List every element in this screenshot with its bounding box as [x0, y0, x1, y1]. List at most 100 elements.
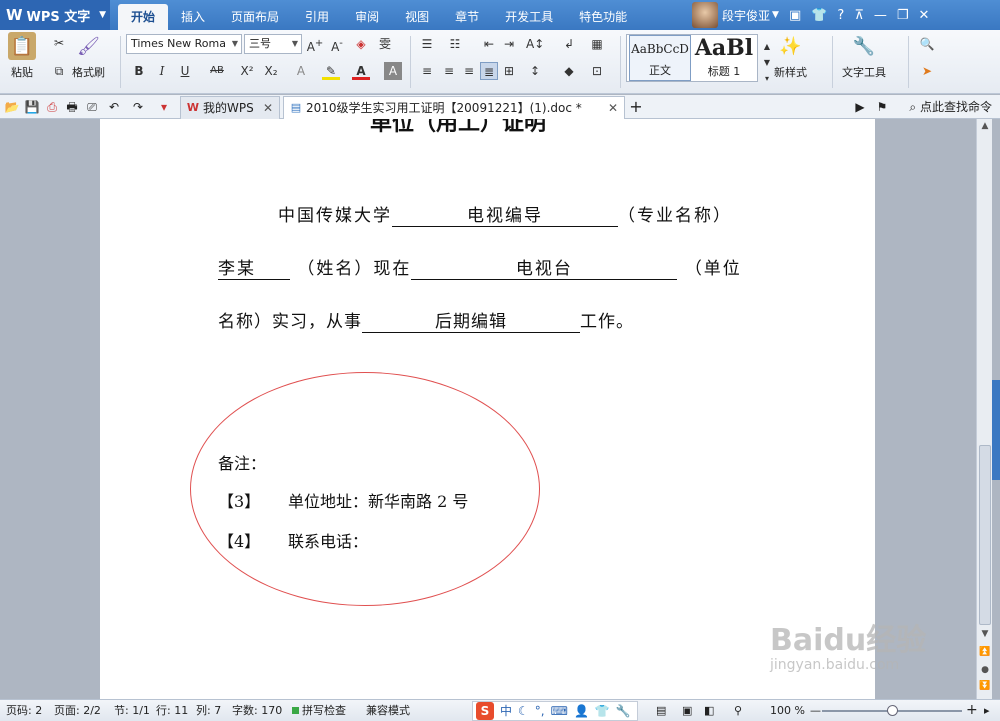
- line-spacing-icon[interactable]: ↕: [526, 62, 544, 80]
- app-menu-button[interactable]: W WPS 文字 ▼: [0, 0, 110, 30]
- close-icon[interactable]: ✕: [919, 8, 930, 23]
- status-page-code[interactable]: 页码: 2: [6, 700, 42, 721]
- style-heading1[interactable]: AaBl 标题 1: [693, 35, 755, 81]
- zoom-knob[interactable]: [887, 705, 898, 716]
- scroll-up-icon[interactable]: ▲: [977, 121, 993, 131]
- underline-icon[interactable]: U: [176, 62, 194, 80]
- ime-moon-icon[interactable]: ☾: [518, 701, 529, 721]
- decrease-indent-icon[interactable]: ⇤: [480, 35, 498, 53]
- zoom-slider[interactable]: [822, 705, 962, 716]
- side-panel-toggle[interactable]: [992, 380, 1000, 480]
- font-size-select[interactable]: 三号 ▼: [244, 34, 302, 54]
- zoom-out-icon[interactable]: —: [810, 700, 821, 721]
- ime-tools-icon[interactable]: 🔧: [616, 701, 631, 721]
- shading-icon[interactable]: ◆: [560, 62, 578, 80]
- table-icon[interactable]: ▦: [588, 35, 606, 53]
- document-area[interactable]: 单位（用工）证明 中国传媒大学 电视编导 （专业名称） 李某 （姓名）现在 电视台 （…: [0, 119, 992, 699]
- justify-icon[interactable]: ≣: [480, 62, 498, 80]
- show-marks-icon[interactable]: ↲: [560, 35, 578, 53]
- status-word-count[interactable]: 字数: 170: [232, 700, 282, 721]
- tab-current-document[interactable]: ▤ 2010级学生实习用工证明【20091221】(1).doc * ✕: [283, 96, 625, 119]
- format-painter-button[interactable]: 🖌 格式刷: [72, 32, 105, 80]
- help-icon[interactable]: ?: [837, 8, 844, 23]
- vertical-scrollbar[interactable]: ▲ ▼ ⏫ ● ⏬: [976, 119, 992, 699]
- new-tab-icon[interactable]: +: [628, 99, 644, 115]
- align-right-icon[interactable]: ≡: [460, 62, 478, 80]
- chevron-right-icon[interactable]: ▸: [984, 700, 990, 721]
- customize-icon[interactable]: ▾: [156, 99, 172, 115]
- zoom-in-icon[interactable]: +: [966, 700, 978, 721]
- find-replace-icon[interactable]: 🔍: [918, 35, 936, 53]
- scroll-down-icon[interactable]: ▼: [977, 629, 993, 639]
- bullets-icon[interactable]: ☰: [418, 35, 436, 53]
- ime-keyboard-icon[interactable]: ⌨: [551, 701, 568, 721]
- chinese-layout-icon[interactable]: A↕: [526, 35, 544, 53]
- close-tab-icon[interactable]: ✕: [263, 97, 273, 119]
- borders-icon[interactable]: ⊡: [588, 62, 606, 80]
- ime-user-icon[interactable]: 👤: [574, 701, 589, 721]
- tab-developer[interactable]: 开发工具: [492, 4, 566, 30]
- select-browse-icon[interactable]: ●: [977, 665, 993, 675]
- tab-view[interactable]: 视图: [392, 4, 442, 30]
- tab-chapter[interactable]: 章节: [442, 4, 492, 30]
- select-icon[interactable]: ➤: [918, 62, 936, 80]
- increase-indent-icon[interactable]: ⇥: [500, 35, 518, 53]
- avatar[interactable]: [692, 2, 718, 28]
- ime-punct-icon[interactable]: °,: [535, 701, 545, 721]
- highlight-icon[interactable]: ✎: [322, 62, 340, 80]
- style-normal[interactable]: AaBbCcD 正文: [629, 35, 691, 81]
- strikethrough-icon[interactable]: AB: [206, 62, 228, 80]
- document-page[interactable]: 单位（用工）证明 中国传媒大学 电视编导 （专业名称） 李某 （姓名）现在 电视台 （…: [100, 119, 875, 699]
- print-icon[interactable]: 🖶: [64, 99, 80, 115]
- tab-start[interactable]: 开始: [118, 4, 169, 30]
- zoom-value[interactable]: 100 %: [770, 700, 805, 721]
- paste-button[interactable]: 📋 粘贴: [8, 32, 36, 80]
- ime-skin-icon[interactable]: 👕: [595, 701, 610, 721]
- italic-icon[interactable]: I: [153, 62, 171, 80]
- status-row[interactable]: 行: 11: [156, 700, 188, 721]
- pdf-icon[interactable]: ⎙: [44, 99, 60, 115]
- align-left-icon[interactable]: ≡: [418, 62, 436, 80]
- phonetic-icon[interactable]: 雯: [376, 35, 394, 53]
- restore-ribbon-icon[interactable]: ⊼: [854, 8, 864, 23]
- font-color-icon[interactable]: A: [352, 62, 370, 80]
- view-mode-icon[interactable]: ▤: [656, 700, 666, 721]
- open-icon[interactable]: 📂: [4, 99, 20, 115]
- distribute-icon[interactable]: ⊞: [500, 62, 518, 80]
- ime-toolbar[interactable]: S 中 ☾ °, ⌨ 👤 👕 🔧: [472, 701, 638, 721]
- save-icon[interactable]: 💾: [24, 99, 40, 115]
- prev-page-icon[interactable]: ⏫: [977, 647, 993, 657]
- skin-icon[interactable]: ▣: [789, 8, 801, 23]
- print-preview-icon[interactable]: ⎚: [84, 99, 100, 115]
- copy-icon[interactable]: ⧉: [50, 62, 68, 80]
- find-command-button[interactable]: ⌕ 点此查找命令: [909, 95, 992, 119]
- scrollbar-thumb[interactable]: [979, 445, 991, 625]
- text-tools-button[interactable]: 🔧 文字工具: [842, 32, 886, 80]
- bold-icon[interactable]: B: [130, 62, 148, 80]
- minimize-icon[interactable]: —: [874, 8, 887, 23]
- align-center-icon[interactable]: ≡: [440, 62, 458, 80]
- shirt-icon[interactable]: 👕: [811, 8, 827, 23]
- reading-view-icon[interactable]: ◧: [704, 700, 714, 721]
- redo-icon[interactable]: ↷: [130, 99, 146, 115]
- subscript-icon[interactable]: X₂: [262, 62, 280, 80]
- text-effect-icon[interactable]: A: [292, 62, 310, 80]
- spellcheck-toggle[interactable]: 拼写检查: [292, 700, 346, 721]
- tab-page-layout[interactable]: 页面布局: [218, 4, 292, 30]
- shrink-font-icon[interactable]: A-: [328, 35, 346, 54]
- feedback-icon[interactable]: ⚑: [874, 99, 890, 115]
- compat-mode[interactable]: 兼容模式: [366, 700, 410, 721]
- status-section[interactable]: 节: 1/1: [114, 700, 150, 721]
- status-page[interactable]: 页面: 2/2: [54, 700, 101, 721]
- font-name-select[interactable]: Times New Roma ▼: [126, 34, 242, 54]
- tab-insert[interactable]: 插入: [168, 4, 218, 30]
- status-col[interactable]: 列: 7: [196, 700, 221, 721]
- tab-references[interactable]: 引用: [292, 4, 342, 30]
- maximize-icon[interactable]: ❐: [897, 8, 909, 23]
- next-page-icon[interactable]: ⏬: [977, 681, 993, 691]
- ime-chinese-icon[interactable]: 中: [500, 701, 512, 721]
- superscript-icon[interactable]: X²: [238, 62, 256, 80]
- tab-review[interactable]: 审阅: [342, 4, 392, 30]
- char-shading-icon[interactable]: A: [384, 62, 402, 80]
- share-icon[interactable]: ▶: [852, 99, 868, 115]
